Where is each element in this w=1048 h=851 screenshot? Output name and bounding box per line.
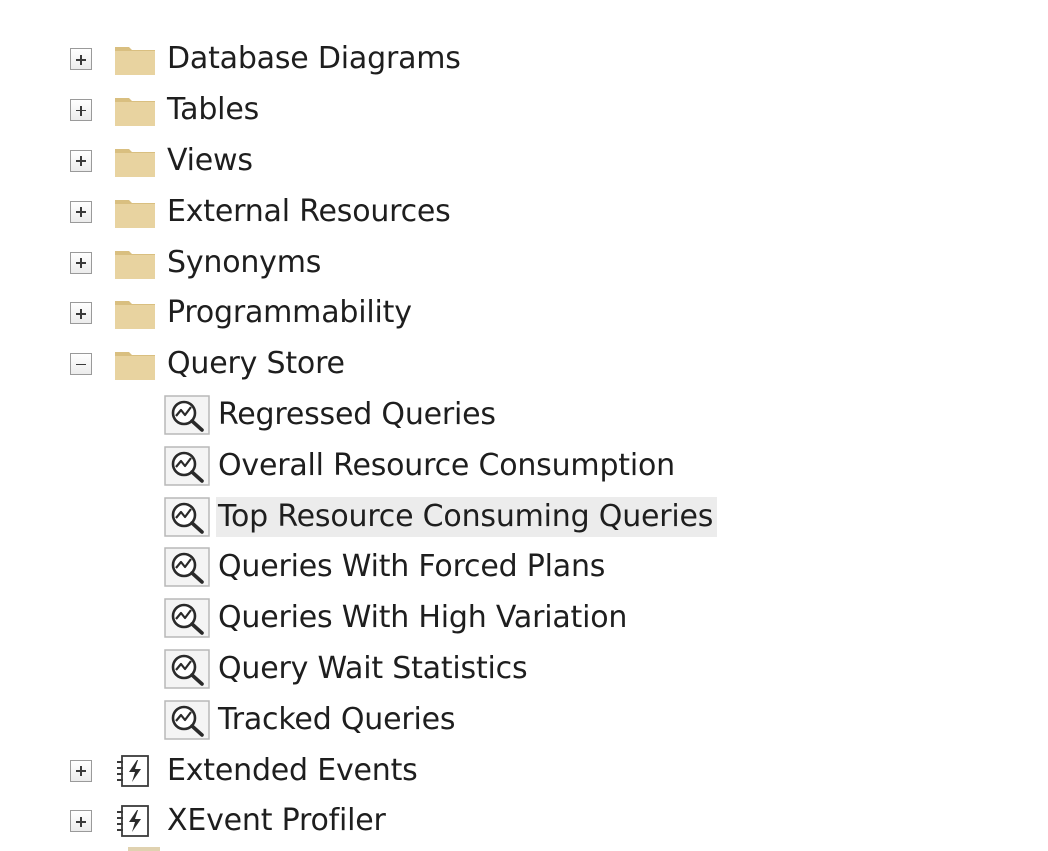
tree-node-queries-with-forced-plans[interactable]: Queries With Forced Plans [0, 542, 1048, 593]
folder-icon [114, 195, 156, 229]
expand-icon[interactable] [70, 759, 92, 782]
folder-icon [114, 246, 156, 280]
tree-node-database-diagrams[interactable]: Database Diagrams [0, 34, 1048, 85]
tree-node-label[interactable]: XEvent Profiler [167, 801, 386, 841]
object-explorer-tree: Database Diagrams Tables Views External … [0, 34, 1048, 847]
tree-node-top-resource-consuming-queries[interactable]: Top Resource Consuming Queries [0, 491, 1048, 542]
tree-node-tables[interactable]: Tables [0, 85, 1048, 136]
tree-node-label[interactable]: Queries With Forced Plans [218, 547, 605, 587]
tree-node-views[interactable]: Views [0, 136, 1048, 187]
extended-events-icon [114, 754, 156, 788]
tree-node-queries-with-high-variation[interactable]: Queries With High Variation [0, 593, 1048, 644]
expand-icon[interactable] [70, 99, 92, 122]
folder-icon [114, 296, 156, 330]
folder-icon [114, 347, 156, 381]
report-icon [164, 649, 210, 689]
tree-node-label-selected[interactable]: Top Resource Consuming Queries [216, 496, 718, 537]
tree-node-programmability[interactable]: Programmability [0, 288, 1048, 339]
tree-node-extended-events[interactable]: Extended Events [0, 745, 1048, 796]
collapse-icon[interactable] [70, 353, 92, 376]
partial-folder-icon [128, 847, 160, 851]
tree-node-label[interactable]: Query Store [167, 344, 345, 384]
tree-node-label[interactable]: Overall Resource Consumption [218, 446, 675, 486]
tree-node-label[interactable]: Tracked Queries [218, 700, 456, 740]
tree-node-xevent-profiler[interactable]: XEvent Profiler [0, 796, 1048, 847]
report-icon [164, 700, 210, 740]
tree-node-overall-resource-consumption[interactable]: Overall Resource Consumption [0, 440, 1048, 491]
tree-node-label[interactable]: Database Diagrams [167, 39, 461, 79]
tree-node-label[interactable]: Views [167, 141, 253, 181]
folder-icon [114, 144, 156, 178]
report-icon [164, 547, 210, 587]
report-icon [164, 497, 210, 537]
tree-node-tracked-queries[interactable]: Tracked Queries [0, 694, 1048, 745]
folder-icon [114, 42, 156, 76]
expand-icon[interactable] [70, 251, 92, 274]
tree-node-query-wait-statistics[interactable]: Query Wait Statistics [0, 644, 1048, 695]
tree-node-label[interactable]: Extended Events [167, 751, 418, 791]
tree-node-label[interactable]: Programmability [167, 293, 412, 333]
report-icon [164, 395, 210, 435]
expand-icon[interactable] [70, 149, 92, 172]
tree-node-label[interactable]: External Resources [167, 192, 451, 232]
tree-node-label[interactable]: Tables [167, 90, 259, 130]
tree-node-label[interactable]: Queries With High Variation [218, 598, 627, 638]
expand-icon[interactable] [70, 302, 92, 325]
folder-icon [114, 93, 156, 127]
tree-node-label[interactable]: Query Wait Statistics [218, 649, 528, 689]
expand-icon[interactable] [70, 200, 92, 223]
tree-node-label[interactable]: Synonyms [167, 243, 321, 283]
tree-node-query-store[interactable]: Query Store [0, 339, 1048, 390]
report-icon [164, 446, 210, 486]
tree-node-regressed-queries[interactable]: Regressed Queries [0, 390, 1048, 441]
extended-events-icon [114, 804, 156, 838]
expand-icon[interactable] [70, 810, 92, 833]
report-icon [164, 598, 210, 638]
tree-node-synonyms[interactable]: Synonyms [0, 237, 1048, 288]
tree-node-external-resources[interactable]: External Resources [0, 186, 1048, 237]
expand-icon[interactable] [70, 48, 92, 71]
tree-node-label[interactable]: Regressed Queries [218, 395, 496, 435]
